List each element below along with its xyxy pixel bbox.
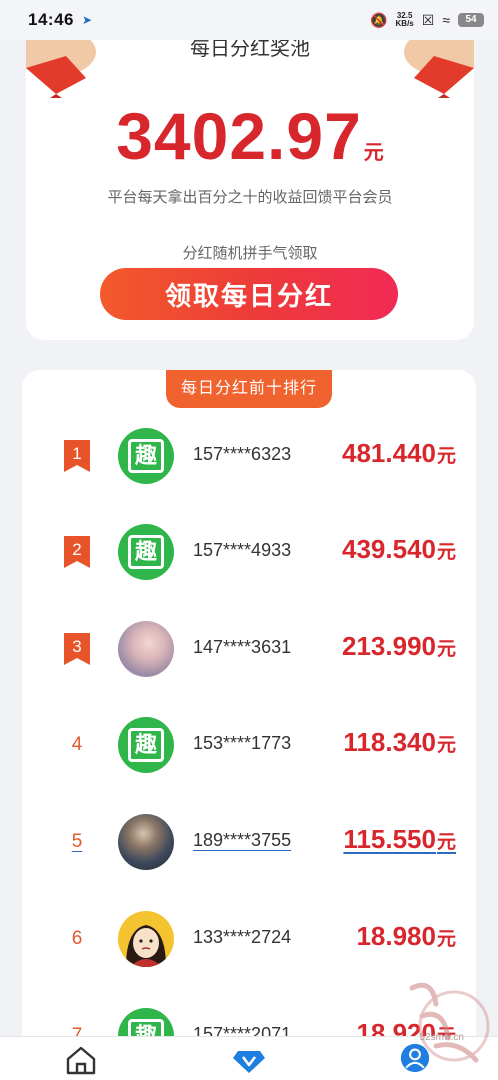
claim-dividend-button[interactable]: 领取每日分红	[100, 268, 398, 320]
user-phone: 157****6323	[193, 444, 292, 464]
avatar-logo-char: 趣	[128, 439, 164, 473]
home-icon[interactable]	[64, 1045, 98, 1075]
dividend-amount: 439.540元	[342, 534, 456, 565]
net-speed-unit: KB/s	[395, 19, 414, 28]
rank-badge: 3	[64, 633, 90, 665]
rank-number: 4	[71, 734, 83, 755]
avatar-logo-char: 趣	[128, 535, 164, 569]
dividend-amount: 118.340元	[343, 727, 456, 758]
amount-unit: 元	[436, 832, 456, 853]
pool-hint: 分红随机拼手气领取	[182, 245, 318, 262]
amount-value: 481.440	[342, 438, 436, 468]
user-phone: 147****3631	[193, 637, 292, 657]
dividend-amount: 18.980元	[356, 921, 456, 952]
user-phone: 153****1773	[193, 733, 292, 753]
battery-icon: 54	[458, 13, 484, 27]
rank-number: 2	[72, 540, 82, 559]
qu-logo-icon: 趣	[118, 524, 174, 580]
rank-number: 5	[71, 831, 83, 852]
dividend-pool-card: 每日分红奖池 3402.97 元 平台每天拿出百分之十的收益回馈平台会员 分红随机…	[26, 20, 474, 340]
user-phone: 157****4933	[193, 540, 292, 560]
pool-amount-unit: 元	[363, 142, 384, 164]
ranking-row[interactable]: 2 趣 157****4933 439.540元	[22, 522, 476, 582]
wifi-icon: ≈	[442, 12, 450, 28]
amount-value: 118.340	[343, 727, 436, 757]
sim-icon: ☒	[421, 11, 435, 28]
pool-amount-block: 3402.97 元	[26, 98, 474, 174]
photo-avatar	[118, 814, 174, 870]
dividend-amount: 115.550元	[343, 824, 456, 855]
diamond-vip-icon[interactable]	[232, 1045, 266, 1075]
amount-value: 18.980	[356, 921, 436, 951]
ranking-card: 每日分红前十排行 1 趣 157****6323 481.440元 2 趣 15…	[22, 370, 476, 1070]
amount-unit: 元	[436, 446, 456, 467]
cartoon-avatar	[118, 911, 174, 967]
status-time: 14:46	[28, 10, 74, 29]
watermark-text: 52smw.cn	[419, 1032, 464, 1043]
amount-unit: 元	[436, 542, 456, 563]
photo-avatar	[118, 621, 174, 677]
ranking-row[interactable]: 5 189****3755 115.550元	[22, 812, 476, 872]
watermark-seal-icon	[409, 982, 490, 1063]
net-speed: 32.5 KB/s	[396, 12, 414, 28]
dividend-amount: 213.990元	[342, 631, 456, 662]
amount-unit: 元	[436, 735, 456, 756]
status-bar: 14:46 ➤ 🔕 32.5 KB/s ☒ ≈ 54	[0, 0, 498, 40]
amount-value: 439.540	[342, 534, 436, 564]
qu-logo-icon: 趣	[118, 717, 174, 773]
amount-value: 213.990	[342, 631, 436, 661]
user-phone: 133****2724	[193, 927, 292, 947]
rank-number: 6	[71, 928, 83, 949]
ranking-row[interactable]: 4 趣 153****1773 118.340元	[22, 715, 476, 775]
amount-unit: 元	[436, 639, 456, 660]
ranking-title: 每日分红前十排行	[166, 370, 332, 408]
rank-number: 3	[72, 637, 82, 656]
status-icons: 🔕 32.5 KB/s ☒ ≈ 54	[370, 12, 484, 29]
avatar-logo-char: 趣	[128, 728, 164, 762]
dividend-amount: 481.440元	[342, 438, 456, 469]
user-phone: 189****3755	[193, 830, 292, 850]
amount-unit: 元	[436, 929, 456, 950]
bird-notification-icon: ➤	[81, 13, 93, 27]
ranking-row[interactable]: 3 147****3631 213.990元	[22, 619, 476, 679]
mute-icon: 🔕	[370, 11, 388, 28]
qu-logo-icon: 趣	[118, 428, 174, 484]
rank-badge: 1	[64, 440, 90, 472]
pool-amount: 3402.97	[116, 99, 362, 173]
rank-badge: 2	[64, 536, 90, 568]
amount-value: 115.550	[343, 824, 436, 854]
cartoon-face-icon	[126, 925, 166, 967]
ranking-row[interactable]: 1 趣 157****6323 481.440元	[22, 426, 476, 486]
pool-description: 平台每天拿出百分之十的收益回馈平台会员	[107, 189, 393, 206]
rank-number: 1	[72, 444, 82, 463]
ranking-row[interactable]: 6 133****2724 18.980元	[22, 909, 476, 969]
